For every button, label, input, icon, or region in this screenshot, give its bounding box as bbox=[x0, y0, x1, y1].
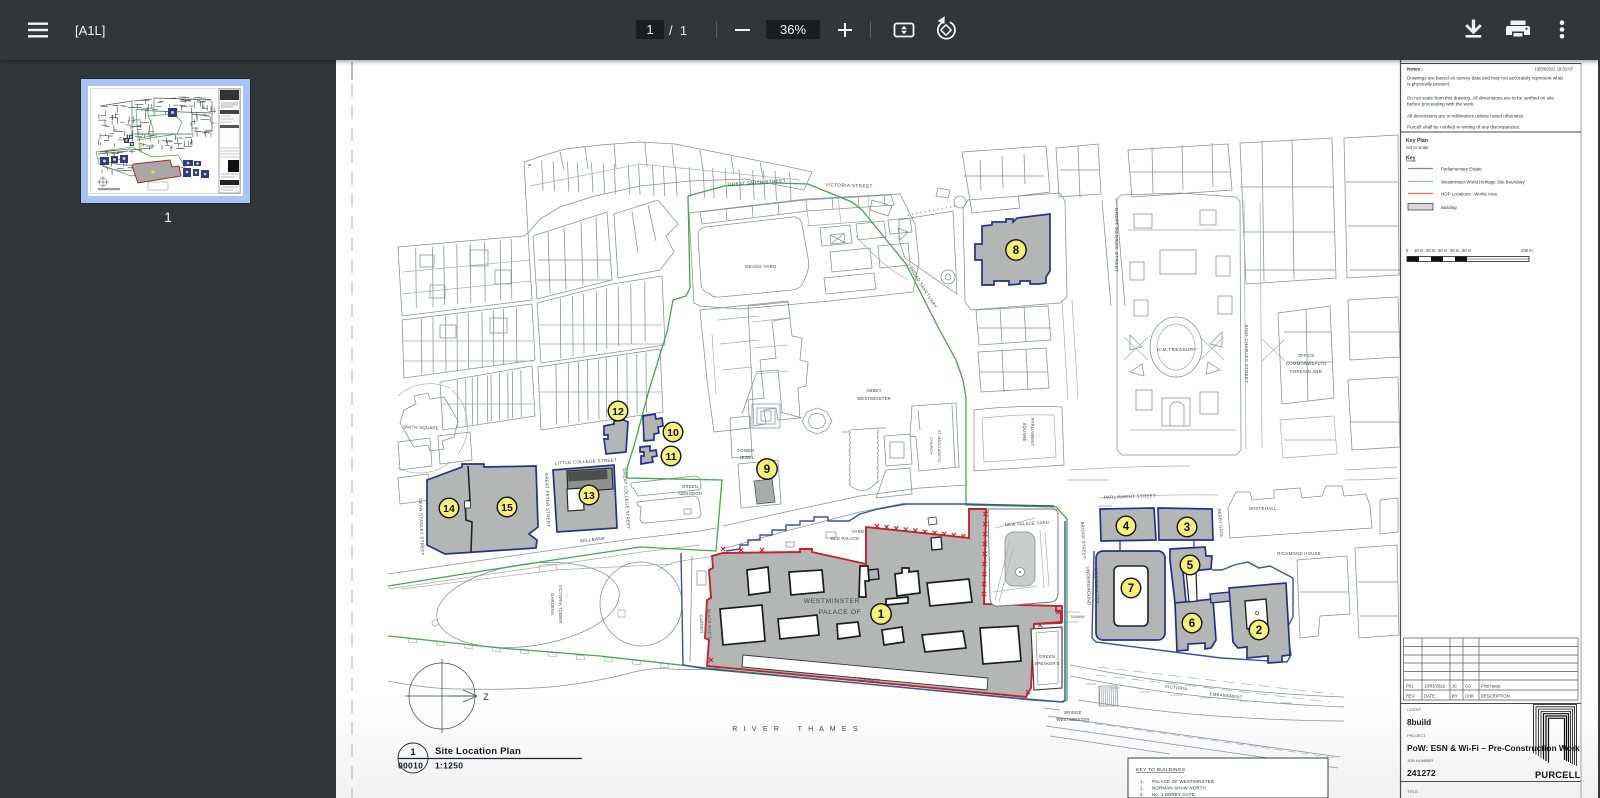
svg-text:100 m: 100 m bbox=[1521, 248, 1533, 253]
svg-text:Purcell shall be notified in w: Purcell shall be notified in writing of … bbox=[1407, 125, 1520, 130]
svg-text:is physically present.: is physically present. bbox=[1407, 82, 1450, 87]
svg-text:Building: Building bbox=[1441, 205, 1457, 210]
svg-text:Westminster World Heritage Sit: Westminster World Heritage Site Boundary bbox=[1441, 180, 1525, 185]
svg-text:GS: GS bbox=[1465, 684, 1471, 689]
svg-text:CHK: CHK bbox=[1465, 694, 1474, 699]
svg-text:JOB NUMBER: JOB NUMBER bbox=[1407, 758, 1433, 763]
svg-text:All dimensions are in millimet: All dimensions are in millimeters unless… bbox=[1407, 114, 1525, 119]
svg-text:DESCRIPTION: DESCRIPTION bbox=[1481, 694, 1510, 699]
svg-text:20 m: 20 m bbox=[1426, 248, 1436, 253]
svg-text:TITLE: TITLE bbox=[1407, 789, 1418, 794]
svg-text:Key: Key bbox=[1406, 156, 1416, 162]
svg-text:0: 0 bbox=[1406, 248, 1409, 253]
svg-text:Drawings are based on survey d: Drawings are based on survey data and ma… bbox=[1407, 76, 1564, 81]
svg-text:13/03/2022 19:31:07: 13/03/2022 19:31:07 bbox=[1535, 67, 1574, 72]
svg-text:DATE: DATE bbox=[1424, 694, 1435, 699]
svg-text:241272: 241272 bbox=[1407, 768, 1436, 778]
svg-text:CLIENT: CLIENT bbox=[1407, 707, 1422, 712]
svg-text:before proceeding with the wor: before proceeding with the work. bbox=[1407, 102, 1475, 107]
svg-text:50 m: 50 m bbox=[1462, 248, 1472, 253]
svg-text:First Issue: First Issue bbox=[1481, 684, 1501, 689]
svg-text:Notes:: Notes: bbox=[1407, 67, 1422, 73]
svg-text:BY: BY bbox=[1452, 694, 1458, 699]
svg-text:HOP Locations - Works Area: HOP Locations - Works Area bbox=[1441, 192, 1498, 197]
svg-text:P01: P01 bbox=[1406, 684, 1414, 689]
svg-text:Do not scale from this drawing: Do not scale from this drawing. All dime… bbox=[1407, 96, 1554, 101]
svg-text:10 m: 10 m bbox=[1414, 248, 1424, 253]
svg-text:40 m: 40 m bbox=[1450, 248, 1460, 253]
svg-text:PURCELL: PURCELL bbox=[1535, 770, 1581, 780]
svg-text:PROJECT: PROJECT bbox=[1407, 733, 1426, 738]
svg-text:JC: JC bbox=[1452, 684, 1457, 689]
svg-text:Key Plan: Key Plan bbox=[1406, 138, 1428, 144]
svg-text:PoW: ESN & Wi-Fi – Pre-Constru: PoW: ESN & Wi-Fi – Pre-Construction Work bbox=[1407, 743, 1580, 753]
svg-text:not to scale: not to scale bbox=[1406, 145, 1429, 150]
svg-text:13/03/2022: 13/03/2022 bbox=[1424, 684, 1446, 689]
svg-text:Parliamentary Estate: Parliamentary Estate bbox=[1441, 167, 1482, 172]
svg-text:8build: 8build bbox=[1407, 718, 1431, 727]
svg-text:REV: REV bbox=[1406, 694, 1415, 699]
svg-text:30 m: 30 m bbox=[1438, 248, 1448, 253]
